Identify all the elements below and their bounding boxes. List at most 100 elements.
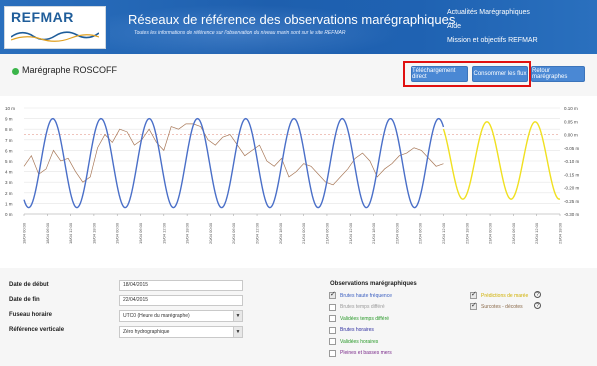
vertical-ref-label: Référence verticale [9, 327, 65, 333]
chevron-down-icon: ▼ [233, 327, 242, 337]
x-tick-label: 22/04 18:00 [464, 222, 469, 244]
header-decoration [110, 0, 430, 54]
series-observed-line [23, 117, 445, 209]
x-tick-label: 19/04 06:00 [138, 222, 143, 244]
observation-checkbox-label: Brutes temps différé [340, 304, 385, 310]
x-tick-label: 21/04 00:00 [301, 222, 306, 244]
x-tick-label: 18/04 00:00 [22, 222, 27, 244]
x-tick-label: 19/04 12:00 [161, 222, 166, 244]
observation-checkbox-row[interactable]: Brutes horaires [329, 326, 374, 334]
start-date-label: Date de début [9, 282, 49, 288]
logo-text: REFMAR [11, 9, 74, 25]
y-right-tick-label: 0.05 m [564, 119, 578, 124]
observation-checkbox[interactable] [329, 338, 336, 345]
highlight-annotation [403, 61, 531, 87]
x-tick-label: 19/04 00:00 [115, 222, 120, 244]
back-to-stations-button[interactable]: Retour marégraphes [531, 66, 585, 82]
y-right-tick-label: -0.10 m [564, 159, 580, 164]
nav-link-aide[interactable]: Aide [447, 20, 538, 34]
observation-checkbox-row[interactable]: Pleines et basses mers [329, 349, 392, 357]
y-left-tick-label: 2 m [5, 191, 13, 196]
y-left-tick-label: 0 m [5, 212, 13, 217]
status-indicator [12, 68, 19, 75]
x-tick-label: 21/04 12:00 [348, 222, 353, 244]
help-icon[interactable]: ? [534, 291, 541, 298]
observation-checkbox-label: Validées horaires [340, 338, 379, 345]
tide-chart-svg: 10 m 9 m 8 m 7 m 6 m 5 m 4 m 3 m 2 m 1 m 0 m 0.10 m… [5, 106, 580, 244]
timezone-label: Fuseau horaire [9, 312, 53, 318]
tide-chart[interactable]: 10 m 9 m 8 m 7 m 6 m 5 m 4 m 3 m 2 m 1 m 0 m 0.10 m… [0, 98, 597, 268]
x-tick-label: 22/04 00:00 [394, 222, 399, 244]
observation-checkbox[interactable] [329, 290, 336, 299]
filter-form: Date de début 18/04/2015 Date de fin 22/… [0, 268, 597, 366]
x-tick-label: 22/04 12:00 [441, 222, 446, 244]
top-nav: Actualités Marégraphiques Aide Mission e… [447, 6, 538, 48]
observation-checkbox[interactable] [329, 303, 336, 311]
observation-checkbox-label: Validées temps différé [340, 315, 390, 322]
prediction-checkbox-label: Prédictions de marée [481, 292, 529, 299]
observation-checkbox[interactable] [329, 326, 336, 334]
prediction-checkbox-label: Surcotes - décotes [481, 303, 523, 310]
vertical-ref-select[interactable]: Zéro hydrographique ▼ [119, 326, 243, 338]
y-right-tick-label: -0.30 m [564, 212, 580, 217]
prediction-checkbox-row[interactable]: Surcotes - décotes [470, 301, 523, 310]
y-right-tick-label: -0.20 m [564, 186, 580, 191]
observation-checkbox-row[interactable]: Brutes haute fréquence [329, 290, 392, 299]
y-right-tick-label: -0.25 m [564, 199, 580, 204]
observation-checkbox-row[interactable]: Brutes temps différé [329, 303, 385, 311]
site-subtitle: Toutes les informations de référence sur… [134, 30, 346, 36]
observation-checkbox-row[interactable]: Validées horaires [329, 338, 378, 345]
y-right-tick-label: -0.05 m [564, 146, 580, 151]
prediction-checkbox[interactable] [470, 290, 477, 299]
y-left-tick-label: 10 m [5, 106, 15, 111]
x-tick-label: 18/04 06:00 [45, 222, 50, 244]
y-left-tick-label: 3 m [5, 180, 13, 185]
timezone-select[interactable]: UTC0 (Heure du marégraphe) ▼ [119, 310, 243, 322]
y-left-tick-label: 1 m [5, 201, 13, 206]
station-header: Marégraphe ROSCOFF Téléchargement direct… [0, 54, 597, 96]
end-date-label: Date de fin [9, 297, 40, 303]
y-left-tick-label: 9 m [5, 117, 13, 122]
nav-link-actualites[interactable]: Actualités Marégraphiques [447, 6, 538, 20]
observation-checkbox[interactable] [329, 349, 336, 357]
x-tick-label: 20/04 06:00 [231, 222, 236, 244]
x-tick-label: 23/04 12:00 [534, 222, 539, 244]
vertical-ref-value: Zéro hydrographique [123, 329, 170, 335]
x-tick-label: 20/04 00:00 [208, 222, 213, 244]
y-left-tick-label: 8 m [5, 127, 13, 132]
x-tick-label: 23/04 00:00 [488, 222, 493, 244]
x-tick-label: 18/04 18:00 [91, 222, 96, 244]
x-tick-label: 23/04 06:00 [511, 222, 516, 244]
x-tick-label: 21/04 06:00 [324, 222, 329, 244]
refmar-logo[interactable]: REFMAR [4, 6, 106, 49]
x-tick-label: 20/04 12:00 [255, 222, 260, 244]
y-right-tick-label: -0.15 m [564, 172, 580, 177]
site-title: Réseaux de référence des observations ma… [128, 12, 456, 27]
series-prediction-line [442, 121, 561, 200]
x-tick-label: 18/04 12:00 [68, 222, 73, 244]
y-left-tick-label: 6 m [5, 148, 13, 153]
x-tick-label: 21/04 18:00 [371, 222, 376, 244]
y-left-tick-label: 5 m [5, 159, 13, 164]
x-tick-label: 20/04 18:00 [278, 222, 283, 244]
y-left-tick-label: 4 m [5, 170, 13, 175]
timezone-value: UTC0 (Heure du marégraphe) [123, 313, 190, 319]
page-title: Marégraphe ROSCOFF [22, 65, 118, 75]
chevron-down-icon: ▼ [233, 311, 242, 321]
help-icon[interactable]: ? [534, 302, 541, 309]
observations-title: Observations marégraphiques [330, 281, 417, 287]
prediction-checkbox-row[interactable]: Prédictions de marée [470, 290, 529, 299]
observation-checkbox[interactable] [329, 315, 336, 322]
observation-checkbox-label: Pleines et basses mers [340, 350, 392, 356]
x-tick-label: 22/04 06:00 [418, 222, 423, 244]
observation-checkbox-label: Brutes haute fréquence [340, 292, 392, 299]
end-date-input[interactable]: 22/04/2015 [119, 295, 243, 306]
observation-checkbox-row[interactable]: Validées temps différé [329, 315, 389, 322]
y-right-tick-label: 0.00 m [564, 133, 578, 138]
prediction-checkbox[interactable] [470, 301, 477, 310]
x-tick-label: 19/04 18:00 [185, 222, 190, 244]
y-left-tick-label: 7 m [5, 138, 13, 143]
x-tick-label: 23/04 18:00 [558, 222, 563, 244]
nav-link-mission[interactable]: Mission et objectifs REFMAR [447, 34, 538, 48]
start-date-input[interactable]: 18/04/2015 [119, 280, 243, 291]
